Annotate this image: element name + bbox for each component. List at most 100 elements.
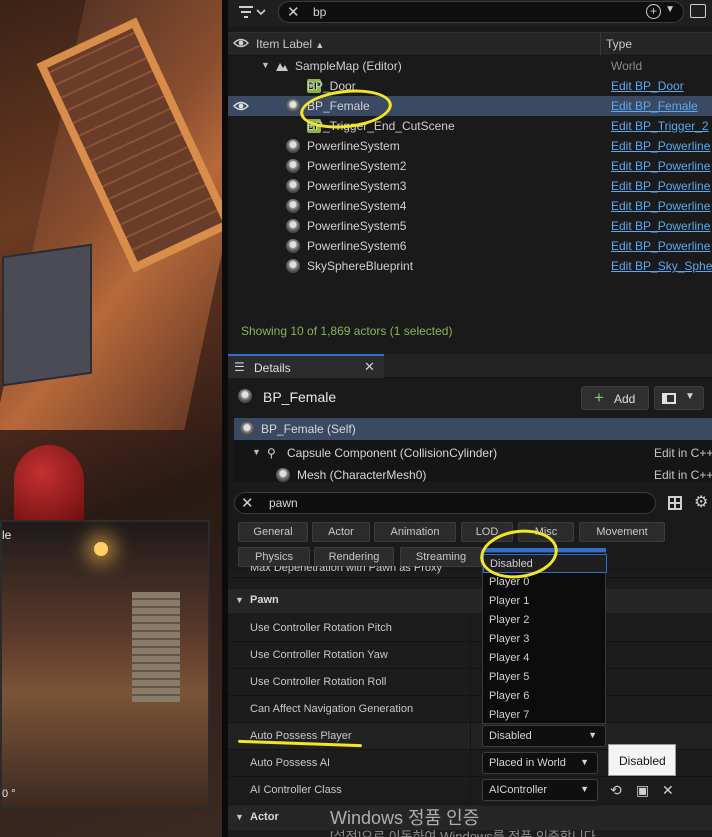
add-component-button[interactable]: + Add	[581, 386, 649, 410]
property-row: Use Controller Rotation Yaw	[228, 642, 712, 669]
tree-row-label: SkySphereBlueprint	[307, 259, 414, 273]
tree-row-label: PowerlineSystem6	[307, 239, 407, 253]
option-player-6[interactable]: Player 6	[483, 687, 607, 706]
column-splitter[interactable]	[470, 777, 471, 804]
preview-label: le	[2, 528, 12, 542]
option-player-1[interactable]: Player 1	[483, 592, 607, 611]
edit-blueprint-link[interactable]: Edit BP_Female	[611, 99, 698, 113]
edit-blueprint-link[interactable]: Edit BP_Door	[611, 79, 684, 93]
outliner-search-input[interactable]: ✕ bp + ▼	[278, 1, 684, 23]
edit-blueprint-link[interactable]: Edit BP_Powerline	[611, 179, 710, 193]
component-row[interactable]: Mesh (CharacterMesh0) Edit in C++	[234, 464, 712, 482]
tree-row-actor[interactable]: SkySphereBlueprint Edit BP_Sky_Sphe	[228, 256, 712, 276]
category-general-button[interactable]: General	[238, 522, 308, 542]
edit-blueprint-link[interactable]: Edit BP_Powerline	[611, 139, 710, 153]
column-splitter[interactable]	[470, 750, 471, 777]
column-splitter[interactable]	[470, 723, 471, 750]
property-label: Use Controller Rotation Yaw	[250, 649, 388, 661]
component-row[interactable]: ▼ ⚲ Capsule Component (CollisionCylinder…	[234, 442, 712, 464]
property-matrix-icon[interactable]	[668, 496, 682, 510]
option-player-4[interactable]: Player 4	[483, 649, 607, 668]
column-splitter[interactable]	[470, 642, 471, 669]
component-row-self[interactable]: BP_Female (Self)	[234, 418, 712, 440]
property-row-ai-controller-class: AI Controller Class AIController ▼ ⟲ ▣ ✕	[228, 777, 712, 804]
auto-possess-ai-dropdown[interactable]: Placed in World ▼	[482, 752, 598, 774]
tree-row-actor[interactable]: PowerlineSystem3 Edit BP_Powerline	[228, 176, 712, 196]
visibility-eye-icon[interactable]	[233, 36, 249, 53]
pawn-icon	[286, 179, 300, 193]
tree-row-actor[interactable]: PowerlineSystem Edit BP_Powerline	[228, 136, 712, 156]
property-label: Max Depenetration with Pawn as Proxy	[250, 566, 442, 574]
angle-readout: 0 °	[2, 788, 16, 800]
option-player-3[interactable]: Player 3	[483, 630, 607, 649]
edit-in-cpp-link[interactable]: Edit in C++	[654, 468, 712, 482]
category-animation-button[interactable]: Animation	[374, 522, 456, 542]
tree-row-actor[interactable]: PowerlineSystem5 Edit BP_Powerline	[228, 216, 712, 236]
new-folder-icon[interactable]	[690, 4, 706, 18]
clear-icon[interactable]: ✕	[662, 782, 674, 799]
collapse-arrow-icon[interactable]: ▼	[261, 60, 270, 70]
combo-value: Disabled	[489, 730, 532, 742]
option-label: Player 3	[489, 633, 530, 645]
tree-row-actor[interactable]: BP BP_Door Edit BP_Door	[228, 76, 712, 96]
auto-possess-player-dropdown[interactable]: Disabled ▼	[482, 725, 606, 747]
edit-in-cpp-link[interactable]: Edit in C++	[654, 446, 712, 460]
edit-blueprint-link[interactable]: Edit BP_Powerline	[611, 219, 710, 233]
column-splitter[interactable]	[470, 615, 471, 642]
pawn-icon	[286, 139, 300, 153]
chevron-down-icon: ▼	[685, 391, 695, 402]
clipped-property-row: Max Depenetration with Pawn as Proxy	[228, 566, 712, 578]
tree-row-actor[interactable]: PowerlineSystem2 Edit BP_Powerline	[228, 156, 712, 176]
column-item-label[interactable]: Item Label ▲	[256, 37, 324, 51]
collapse-arrow-icon[interactable]: ▼	[252, 447, 261, 457]
category-rendering-button[interactable]: Rendering	[314, 547, 394, 567]
clear-search-icon[interactable]: ✕	[241, 494, 254, 512]
collapse-arrow-icon[interactable]: ▼	[235, 595, 244, 605]
clear-search-icon[interactable]: ✕	[287, 3, 300, 21]
level-viewport[interactable]: le 0 °	[0, 0, 222, 837]
option-player-2[interactable]: Player 2	[483, 611, 607, 630]
property-list: Max Depenetration with Pawn as Proxy ▼ P…	[228, 566, 712, 837]
edit-blueprint-link[interactable]: Edit BP_Powerline	[611, 159, 710, 173]
edit-blueprint-link[interactable]: Edit BP_Sky_Sphe	[611, 259, 712, 273]
option-player-5[interactable]: Player 5	[483, 668, 607, 687]
close-icon[interactable]: ✕	[364, 359, 375, 375]
column-splitter[interactable]	[470, 669, 471, 696]
tree-row-label: PowerlineSystem5	[307, 219, 407, 233]
edit-blueprint-link[interactable]: Edit BP_Trigger_2	[611, 119, 709, 133]
reset-arrow-icon[interactable]: ⟲	[610, 782, 622, 799]
column-divider[interactable]	[600, 33, 601, 55]
browse-folder-icon[interactable]: ▣	[636, 782, 649, 799]
collapse-arrow-icon[interactable]: ▼	[235, 812, 244, 822]
gear-icon[interactable]: ⚙	[694, 492, 708, 512]
category-actor-button[interactable]: Actor	[312, 522, 370, 542]
visibility-eye-icon[interactable]	[233, 99, 249, 116]
option-label: Player 6	[489, 690, 530, 702]
category-physics-button[interactable]: Physics	[238, 547, 310, 567]
tree-row-actor[interactable]: BP BP_Trigger_End_CutScene Edit BP_Trigg…	[228, 116, 712, 136]
tree-row-label: PowerlineSystem	[307, 139, 400, 153]
chevron-down-icon[interactable]: ▼	[665, 4, 675, 15]
add-filter-icon[interactable]: +	[646, 4, 661, 19]
category-streaming-button[interactable]: Streaming	[400, 547, 482, 567]
tree-row-actor[interactable]: PowerlineSystem4 Edit BP_Powerline	[228, 196, 712, 216]
tab-details[interactable]: ☰ Details ✕	[228, 354, 384, 378]
details-search-input[interactable]: ✕ pawn	[234, 492, 656, 514]
outliner-toolbar: ✕ bp + ▼	[228, 0, 712, 26]
tree-row-actor[interactable]: PowerlineSystem6 Edit BP_Powerline	[228, 236, 712, 256]
ai-controller-class-dropdown[interactable]: AIController ▼	[482, 779, 598, 801]
camera-preview-thumbnail	[0, 520, 210, 810]
blueprint-options-button[interactable]: ▼	[654, 386, 704, 410]
edit-blueprint-link[interactable]: Edit BP_Powerline	[611, 239, 710, 253]
option-player-7[interactable]: Player 7	[483, 706, 607, 725]
column-type[interactable]: Type	[606, 37, 632, 51]
column-splitter[interactable]	[470, 696, 471, 723]
section-pawn[interactable]: ▼ Pawn	[228, 589, 712, 613]
capsule-icon: ⚲	[267, 446, 276, 460]
actor-name[interactable]: BP_Female	[263, 389, 336, 405]
filter-icon[interactable]	[238, 4, 270, 22]
edit-blueprint-link[interactable]: Edit BP_Powerline	[611, 199, 710, 213]
tree-row-world[interactable]: ▼ SampleMap (Editor) World	[228, 56, 712, 76]
category-movement-button[interactable]: Movement	[579, 522, 665, 542]
outliner-status-text: Showing 10 of 1,869 actors (1 selected)	[241, 324, 453, 338]
